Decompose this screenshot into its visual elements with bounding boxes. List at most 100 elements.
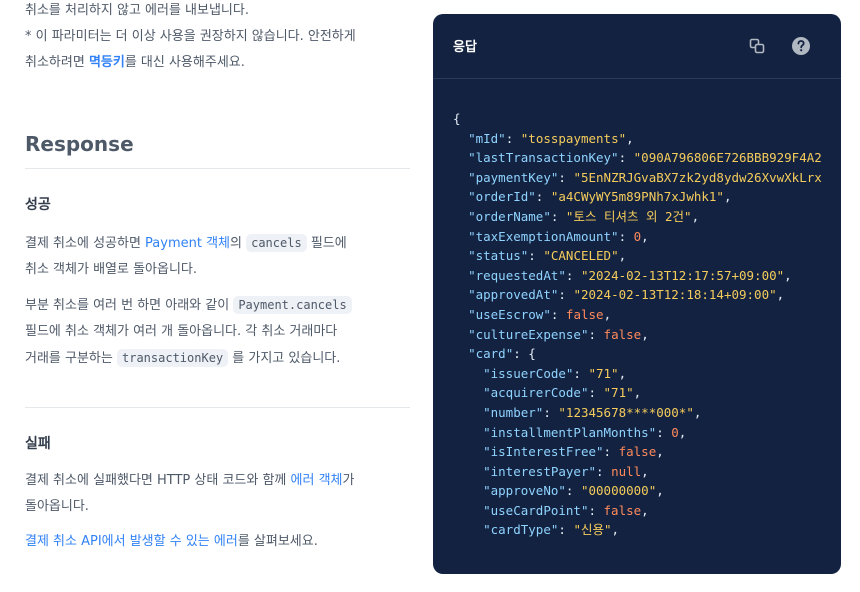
code-line: "mId": "tosspayments", — [468, 130, 634, 146]
paragraph-line: 결제 취소에 실패했다면 HTTP 상태 코드와 함께 에러 객체가 — [25, 468, 410, 494]
code-key: "paymentKey" — [468, 169, 559, 185]
paragraph-line: 거래를 구분하는 transactionKey 를 가지고 있습니다. — [25, 345, 410, 372]
code-punct: { — [453, 111, 461, 126]
inline-code-transaction-key: transactionKey — [117, 349, 229, 367]
intro-line: 취소하려면 멱등키를 대신 사용해주세요. — [25, 50, 356, 76]
code-value: false — [565, 306, 604, 322]
text-span: 를 살펴보세요. — [237, 534, 318, 549]
paragraph-line: 결제 취소에 성공하면 Payment 객체의 cancels 필드에 — [25, 230, 410, 257]
intro-text-span: 를 대신 사용해주세요. — [124, 55, 245, 70]
text-span: 필드에 — [306, 236, 347, 251]
json-code-block: { "mId": "tosspayments", "lastTransactio… — [453, 109, 841, 550]
divider — [25, 168, 410, 169]
code-key: "taxExemptionAmount" — [468, 228, 619, 244]
failure-description: 결제 취소에 실패했다면 HTTP 상태 코드와 함께 에러 객체가 돌아옵니다… — [25, 468, 410, 555]
code-value: "신용" — [573, 522, 612, 538]
code-value: "71" — [603, 385, 634, 401]
code-value: "CANCELED" — [543, 248, 619, 264]
code-line: "status": "CANCELED", — [468, 248, 627, 264]
cancel-api-errors-link[interactable]: 결제 취소 API에서 발생할 수 있는 에러 — [25, 534, 238, 549]
code-line: "orderId": "a4CWyWY5m89PNh7xJwhk1", — [468, 189, 732, 205]
code-line: "requestedAt": "2024-02-13T12:17:57+09:0… — [468, 267, 792, 283]
code-line: "number": "12345678****000*", — [483, 404, 702, 420]
code-key: "card" — [468, 346, 514, 362]
divider — [25, 407, 410, 408]
code-line: "taxExemptionAmount": 0, — [468, 228, 649, 244]
code-value: null — [611, 463, 642, 479]
text-span: 를 가지고 있습니다. — [228, 351, 341, 366]
code-key: "useEscrow" — [468, 306, 551, 322]
payment-object-link[interactable]: Payment 객체 — [145, 236, 230, 251]
response-heading: Response — [25, 132, 134, 156]
code-value: "090A796806E726BBB929F4A2 — [633, 150, 822, 166]
intro-text: 취소를 처리하지 않고 에러를 내보냅니다. * 이 파라미터는 더 이상 사용… — [25, 0, 356, 76]
failure-heading: 실패 — [25, 436, 51, 452]
paragraph-line: 필드에 취소 객체가 여러 개 돌아옵니다. 각 취소 거래마다 — [25, 324, 338, 339]
code-value: "12345678****000*" — [558, 404, 694, 420]
copy-icon[interactable] — [749, 38, 765, 54]
intro-line: 취소를 처리하지 않고 에러를 내보냅니다. — [25, 3, 249, 18]
code-key: "isInterestFree" — [483, 444, 604, 460]
paragraph-line: 결제 취소 API에서 발생할 수 있는 에러를 살펴보세요. — [25, 529, 410, 555]
paragraph-line: 취소 객체가 배열로 돌아옵니다. — [25, 262, 198, 277]
code-value: "2024-02-13T12:17:57+09:00" — [580, 267, 785, 283]
help-icon[interactable] — [791, 36, 811, 56]
code-value: { — [528, 346, 536, 362]
code-line: "isInterestFree": false, — [483, 444, 664, 460]
code-line: "issuerCode": "71", — [483, 365, 627, 381]
success-heading: 성공 — [25, 197, 51, 213]
panel-title: 응답 — [453, 40, 477, 55]
response-code-panel: 응답 { "mId": "tosspayments", "lastTransac… — [433, 14, 841, 574]
text-span: 결제 취소에 성공하면 — [25, 236, 146, 251]
code-line: "cardType": "신용", — [483, 522, 620, 538]
code-line: "orderName": "토스 티셔츠 외 2건", — [468, 208, 700, 224]
paragraph-line: 돌아옵니다. — [25, 499, 89, 514]
inline-code-payment-cancels: Payment.cancels — [233, 296, 352, 314]
code-value: false — [618, 444, 657, 460]
code-line: "paymentKey": "5EnNZRJGvaBX7zk2yd8ydw26X… — [468, 169, 822, 185]
code-key: "cultureExpense" — [468, 326, 589, 342]
code-key: "interestPayer" — [483, 463, 596, 479]
success-description: 결제 취소에 성공하면 Payment 객체의 cancels 필드에 취소 객… — [25, 230, 410, 372]
inline-code-cancels: cancels — [246, 234, 307, 252]
code-value: "tosspayments" — [520, 130, 627, 146]
paragraph-line: 부분 취소를 여러 번 하면 아래와 같이 Payment.cancels — [25, 292, 410, 319]
code-key: "installmentPlanMonths" — [483, 424, 657, 440]
code-line: "useEscrow": false, — [468, 306, 612, 322]
code-key: "cardType" — [483, 522, 559, 538]
code-key: "number" — [483, 404, 544, 420]
error-object-link[interactable]: 에러 객체 — [291, 473, 343, 488]
idempotency-key-link[interactable]: 멱등키 — [89, 55, 125, 70]
code-line: "approvedAt": "2024-02-13T12:18:14+09:00… — [468, 287, 785, 303]
code-value: "토스 티셔츠 외 2건" — [565, 208, 692, 224]
code-line: "useCardPoint": false, — [483, 502, 649, 518]
code-value: "00000000" — [580, 483, 657, 499]
text-span: 가 — [342, 473, 355, 488]
code-line: "cultureExpense": false, — [468, 326, 649, 342]
code-key: "requestedAt" — [468, 267, 566, 283]
code-line: { — [453, 109, 841, 129]
code-value: "71" — [588, 365, 619, 381]
code-key: "lastTransactionKey" — [468, 150, 619, 166]
code-key: "mId" — [468, 130, 506, 146]
code-line: "acquirerCode": "71", — [483, 385, 642, 401]
code-line: "interestPayer": null, — [483, 463, 649, 479]
code-key: "orderId" — [468, 189, 536, 205]
intro-text-span: 취소하려면 — [25, 55, 89, 70]
intro-line: * 이 파라미터는 더 이상 사용을 권장하지 않습니다. 안전하게 — [25, 29, 356, 44]
text-span: 거래를 구분하는 — [25, 351, 117, 366]
code-value: "2024-02-13T12:18:14+09:00" — [573, 287, 777, 303]
code-value: 0 — [671, 424, 679, 440]
text-span: 결제 취소에 실패했다면 HTTP 상태 코드와 함께 — [25, 473, 291, 488]
code-value: "5EnNZRJGvaBX7zk2yd8ydw26XvwXkLrx — [573, 169, 822, 185]
text-span: 부분 취소를 여러 번 하면 아래와 같이 — [25, 298, 234, 313]
code-value: false — [603, 326, 642, 342]
text-span: 의 — [230, 236, 247, 251]
code-line: "approveNo": "00000000", — [483, 483, 664, 499]
code-line: "installmentPlanMonths": 0, — [483, 424, 687, 440]
code-key: "approveNo" — [483, 483, 566, 499]
code-key: "issuerCode" — [483, 365, 574, 381]
code-key: "acquirerCode" — [483, 385, 589, 401]
code-key: "approvedAt" — [468, 287, 559, 303]
code-value: false — [603, 502, 642, 518]
